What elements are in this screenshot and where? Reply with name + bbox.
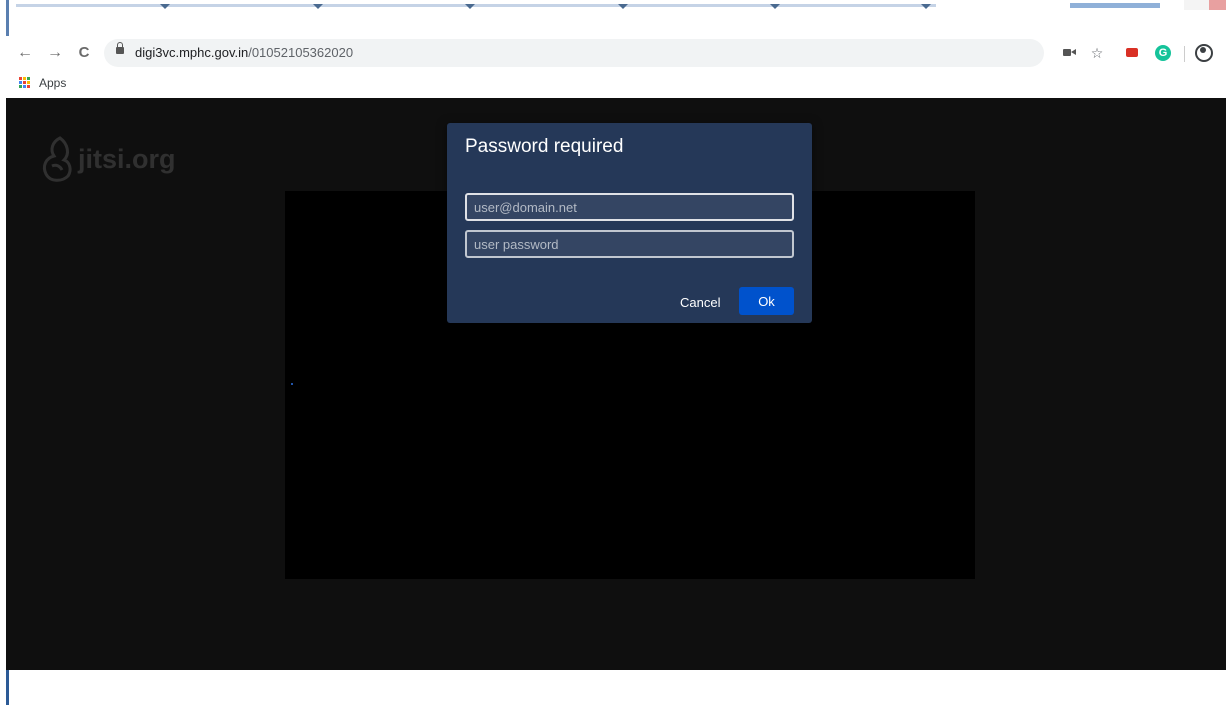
- video-indicator: [291, 383, 293, 385]
- toolbar-separator: [1184, 46, 1185, 62]
- apps-bookmark[interactable]: Apps: [39, 76, 66, 90]
- back-button[interactable]: ←: [14, 42, 36, 64]
- grammarly-icon[interactable]: G: [1154, 44, 1172, 62]
- extension-icon[interactable]: [1124, 44, 1142, 62]
- apps-grid-dot: [27, 85, 30, 88]
- forward-arrow-icon: →: [47, 44, 63, 61]
- forward-button[interactable]: →: [44, 42, 66, 64]
- ok-button[interactable]: Ok: [739, 287, 794, 315]
- apps-grid-dot: [23, 85, 26, 88]
- jitsi-logo-icon: [42, 136, 72, 182]
- back-arrow-icon: ←: [17, 44, 33, 61]
- window-controls-edge: [1184, 0, 1226, 10]
- cancel-button[interactable]: Cancel: [672, 289, 728, 317]
- window-left-edge: [6, 0, 9, 36]
- dialog-title: Password required: [465, 136, 624, 157]
- url-path: /01052105362020: [248, 45, 354, 60]
- bookmark-star-icon[interactable]: ☆: [1088, 44, 1106, 62]
- apps-grid-dot: [23, 81, 26, 84]
- active-tab-edge: [1070, 3, 1160, 8]
- profile-icon[interactable]: [1194, 44, 1214, 62]
- grammarly-letter: G: [1155, 45, 1171, 61]
- tab-caret: [921, 4, 931, 9]
- brand-wordmark: jitsi.org: [78, 144, 176, 174]
- apps-grid-dot: [19, 77, 22, 80]
- username-input[interactable]: [465, 193, 794, 221]
- password-dialog: Password required Cancel Ok: [447, 123, 812, 323]
- apps-grid-dot: [27, 77, 30, 80]
- browser-toolbar: ← → C digi3vc.mphc.gov.in/01052105362020…: [0, 36, 1226, 70]
- apps-grid-icon[interactable]: [19, 77, 31, 89]
- tab-caret: [770, 4, 780, 9]
- below-page-area: [0, 670, 1226, 705]
- tab-caret: [160, 4, 170, 9]
- address-bar[interactable]: digi3vc.mphc.gov.in/01052105362020: [104, 39, 1044, 67]
- tab-caret: [313, 4, 323, 9]
- lock-icon: [116, 42, 124, 54]
- apps-grid-dot: [23, 77, 26, 80]
- url-text: digi3vc.mphc.gov.in/01052105362020: [135, 45, 353, 60]
- taskbar-edge: [6, 670, 9, 705]
- reload-button[interactable]: C: [73, 42, 95, 64]
- password-input[interactable]: [465, 230, 794, 258]
- tab-caret: [618, 4, 628, 9]
- tab-caret: [465, 4, 475, 9]
- reload-icon: C: [78, 44, 90, 61]
- tab-strip-line: [16, 4, 936, 7]
- screenshot: ← → C digi3vc.mphc.gov.in/01052105362020…: [0, 0, 1226, 705]
- apps-grid-dot: [19, 85, 22, 88]
- apps-grid-dot: [19, 81, 22, 84]
- bookmarks-bar: Apps: [0, 70, 1226, 98]
- camera-icon[interactable]: [1063, 44, 1077, 62]
- tab-strip: [0, 0, 1226, 10]
- apps-grid-dot: [27, 81, 30, 84]
- url-host: digi3vc.mphc.gov.in: [135, 45, 249, 60]
